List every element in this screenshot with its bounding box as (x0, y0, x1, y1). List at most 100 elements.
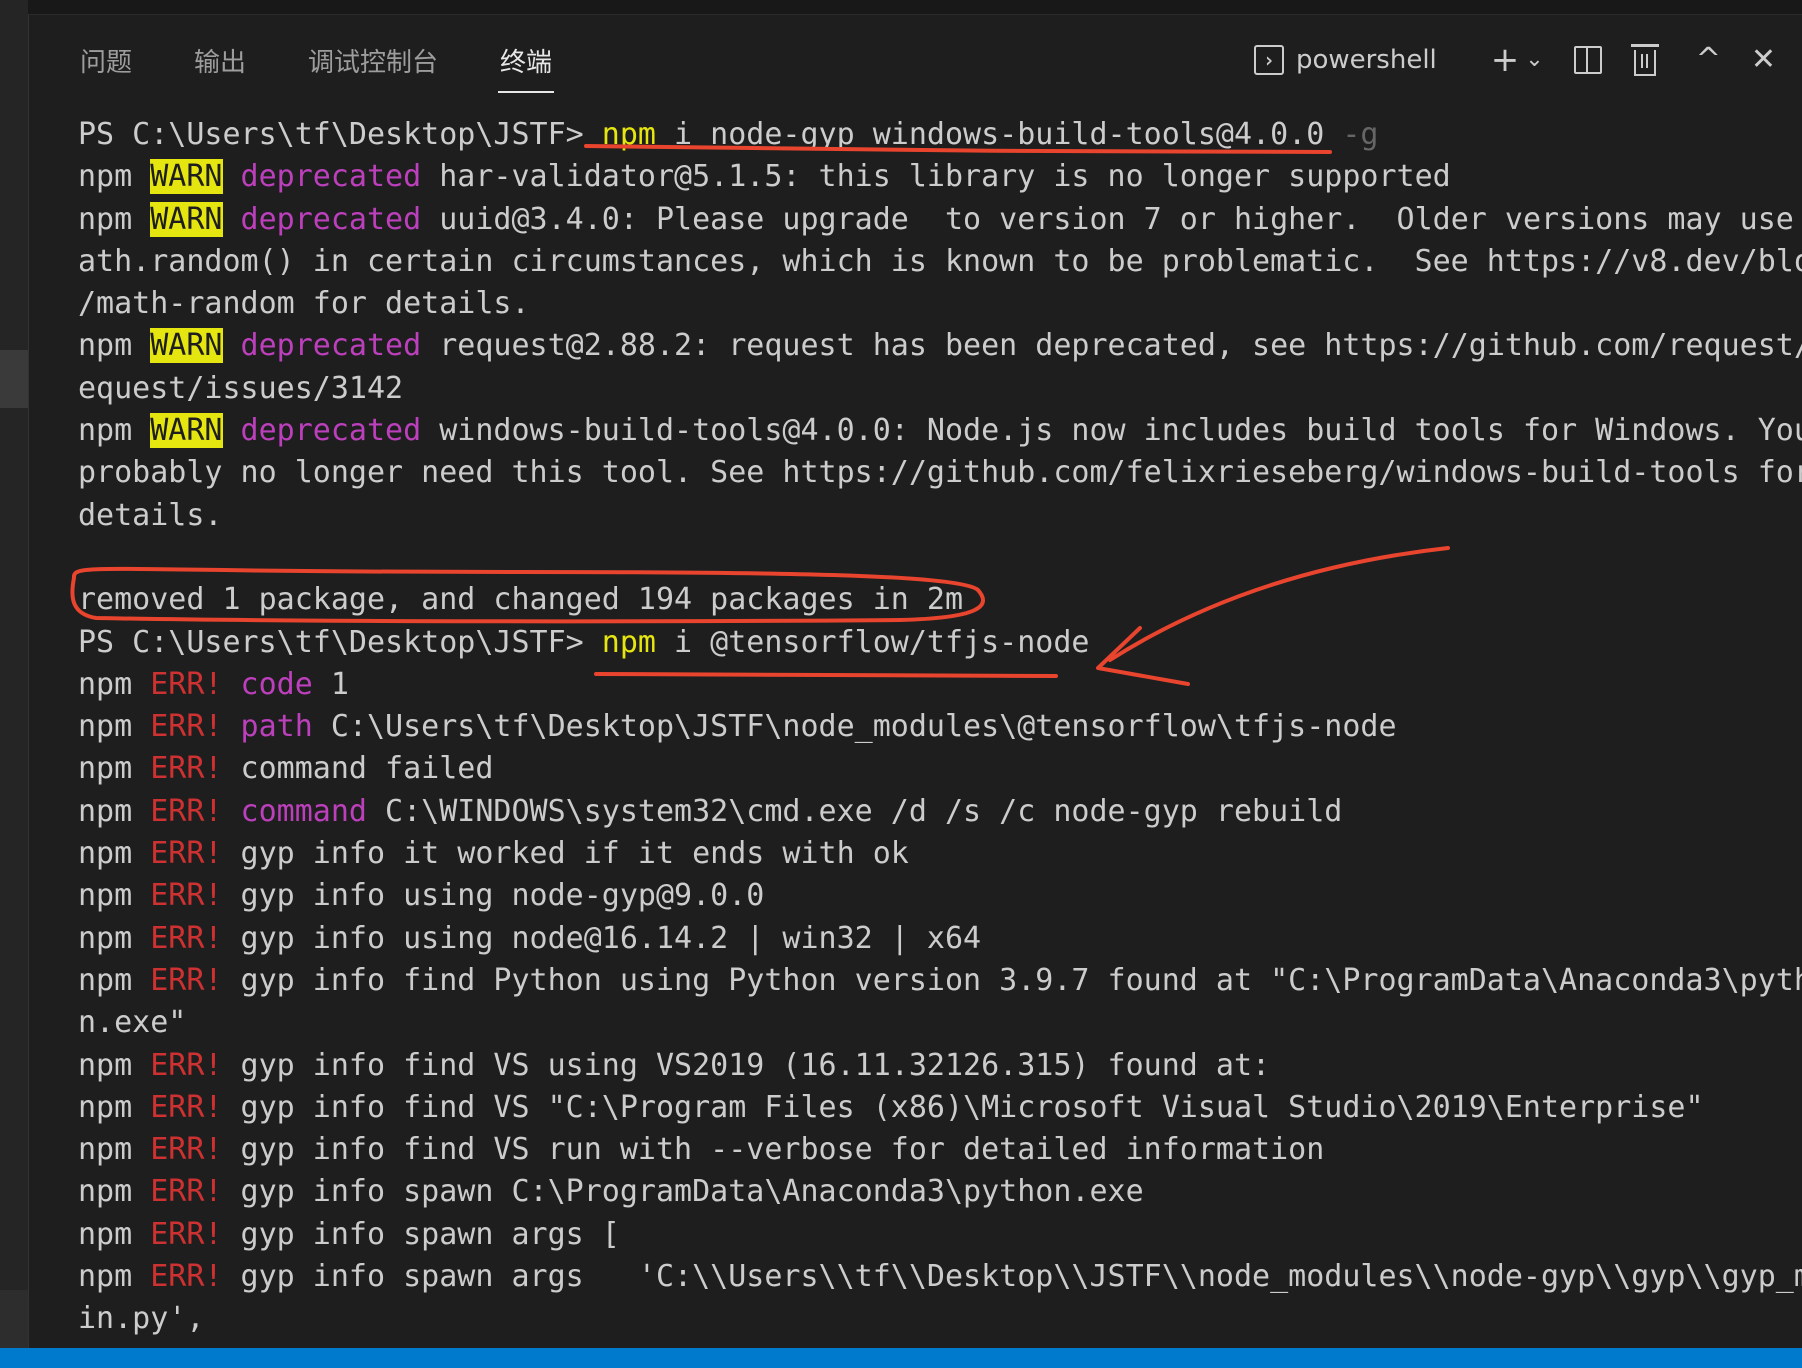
panel-actions: › powershell + ⌄ ^ ✕ (1253, 15, 1776, 105)
error-badge: ERR! (150, 962, 223, 998)
log-message: removed 1 package, and changed 194 packa… (78, 582, 964, 618)
error-badge: ERR! (150, 1132, 223, 1168)
command-args: i @tensorflow/tfjs-node (655, 624, 1090, 660)
terminal-line: npm ERR! gyp info spawn C:\ProgramData\A… (78, 1171, 1778, 1213)
terminal-line: ath.random() in certain circumstances, w… (78, 241, 1802, 283)
status-bar (0, 1348, 1802, 1368)
command-name: npm (601, 624, 656, 660)
terminal-output[interactable]: PS C:\Users\tf\Desktop\JSTF> npm i node-… (78, 114, 1802, 1336)
log-message: probably no longer need this tool. See h… (78, 455, 1802, 491)
gutter-scroll-marker-bottom (0, 1290, 28, 1348)
error-badge: ERR! (150, 1259, 223, 1295)
split-terminal-icon[interactable] (1573, 46, 1602, 74)
terminal-line: in.py', (78, 1298, 1778, 1340)
terminal-profile-selector[interactable]: › powershell (1253, 45, 1437, 75)
log-message: n.exe" (78, 1005, 187, 1041)
terminal-line: npm ERR! gyp info find VS using VS2019 (… (78, 1045, 1778, 1087)
terminal-line: npm ERR! command C:\WINDOWS\system32\cmd… (78, 791, 1778, 833)
log-message: C:\Users\tf\Desktop\JSTF\node_modules\@t… (312, 709, 1397, 745)
npm-prefix: npm (78, 413, 151, 449)
command-name: npm (601, 117, 656, 152)
log-message: gyp info find VS using VS2019 (16.11.321… (222, 1047, 1271, 1083)
terminal-line: npm ERR! gyp info it worked if it ends w… (78, 833, 1778, 875)
npm-prefix: npm (78, 1216, 151, 1252)
npm-prefix: npm (78, 878, 151, 914)
npm-prefix: npm (78, 666, 151, 702)
log-message: gyp info find Python using Python versio… (222, 962, 1802, 998)
npm-prefix: npm (78, 1174, 151, 1210)
npm-prefix: npm (78, 1089, 151, 1125)
error-badge: ERR! (150, 751, 223, 787)
error-badge: ERR! (150, 920, 223, 956)
panel-header: 问题 输出 调试控制台 终端 › powershell + ⌄ ^ ✕ (28, 15, 1802, 105)
editor-panel-separator[interactable] (28, 0, 1802, 15)
chevron-down-icon[interactable]: ⌄ (1525, 49, 1543, 71)
tab-output[interactable]: 输出 (192, 34, 248, 87)
error-key: command (222, 793, 367, 829)
npm-prefix: npm (78, 328, 151, 364)
terminal-line: PS C:\Users\tf\Desktop\JSTF> npm i node-… (78, 114, 1778, 156)
npm-prefix: npm (78, 793, 151, 829)
log-message: uuid@3.4.0: Please upgrade to version 7 … (421, 201, 1802, 237)
log-message: request@2.88.2: request has been depreca… (421, 328, 1802, 364)
log-message: C:\WINDOWS\system32\cmd.exe /d /s /c nod… (367, 793, 1343, 829)
terminal-line: npm ERR! path C:\Users\tf\Desktop\JSTF\n… (78, 706, 1778, 748)
tab-terminal[interactable]: 终端 (498, 34, 555, 93)
npm-prefix: npm (78, 1259, 151, 1295)
error-badge: ERR! (150, 836, 223, 872)
terminal-line: npm ERR! gyp info spawn args [ (78, 1214, 1778, 1256)
panel-tabs: 问题 输出 调试控制台 终端 (78, 15, 612, 105)
npm-prefix: npm (78, 836, 151, 872)
tab-problems[interactable]: 问题 (78, 34, 134, 87)
terminal-line: npm ERR! command failed (78, 748, 1778, 790)
log-message: gyp info find VS run with --verbose for … (222, 1132, 1325, 1168)
error-badge: ERR! (150, 878, 223, 914)
npm-prefix: npm (78, 1132, 151, 1168)
log-message: 1 (312, 666, 349, 702)
chevron-up-icon[interactable]: ^ (1696, 45, 1721, 75)
terminal-line: npm WARN deprecated uuid@3.4.0: Please u… (78, 199, 1794, 241)
gutter-scroll-marker (0, 350, 28, 408)
npm-prefix: npm (78, 751, 151, 787)
terminal-line: probably no longer need this tool. See h… (78, 452, 1802, 494)
shell-prompt: PS C:\Users\tf\Desktop\JSTF> (78, 117, 602, 152)
terminal-line: npm WARN deprecated request@2.88.2: requ… (78, 325, 1802, 367)
error-badge: ERR! (150, 709, 223, 745)
npm-prefix: npm (78, 709, 151, 745)
warn-badge: WARN (150, 328, 223, 364)
error-badge: ERR! (150, 1216, 223, 1252)
shell-prompt: PS C:\Users\tf\Desktop\JSTF> (78, 624, 602, 660)
npm-prefix: npm (78, 201, 151, 237)
error-badge: ERR! (150, 1047, 223, 1083)
log-message: equest/issues/3142 (78, 370, 404, 406)
terminal-line: npm ERR! gyp info spawn args 'C:\\Users\… (78, 1256, 1802, 1298)
terminal-line: npm ERR! gyp info find Python using Pyth… (78, 960, 1802, 1002)
plus-icon[interactable]: + (1491, 43, 1520, 77)
close-icon[interactable]: ✕ (1751, 45, 1776, 75)
terminal-line: npm WARN deprecated windows-build-tools@… (78, 410, 1802, 452)
tab-debug-console[interactable]: 调试控制台 (306, 34, 440, 87)
trash-icon[interactable] (1630, 44, 1659, 76)
error-badge: ERR! (150, 1089, 223, 1125)
terminal-line: PS C:\Users\tf\Desktop\JSTF> npm i @tens… (78, 622, 1778, 664)
warn-badge: WARN (150, 201, 223, 237)
deprecated-label: deprecated (222, 413, 422, 449)
log-message: ath.random() in certain circumstances, w… (78, 243, 1802, 279)
log-message: gyp info using node@16.14.2 | win32 | x6… (222, 920, 982, 956)
terminal-line: npm ERR! gyp info using node-gyp@9.0.0 (78, 875, 1778, 917)
error-key: code (222, 666, 313, 702)
log-message: gyp info spawn args [ (222, 1216, 620, 1252)
activity-gutter (0, 0, 29, 1348)
terminal-profile-label: powershell (1295, 45, 1437, 75)
npm-prefix: npm (78, 962, 151, 998)
warn-badge: WARN (150, 159, 223, 195)
error-badge: ERR! (150, 1174, 223, 1210)
log-message: gyp info spawn args 'C:\\Users\\tf\\Desk… (222, 1259, 1802, 1295)
log-message: command failed (222, 751, 494, 787)
terminal-line: /math-random for details. (78, 283, 1778, 325)
terminal-line: npm ERR! gyp info find VS run with --ver… (78, 1129, 1778, 1171)
log-message: details. (78, 497, 223, 533)
npm-prefix: npm (78, 1047, 151, 1083)
deprecated-label: deprecated (222, 159, 422, 195)
